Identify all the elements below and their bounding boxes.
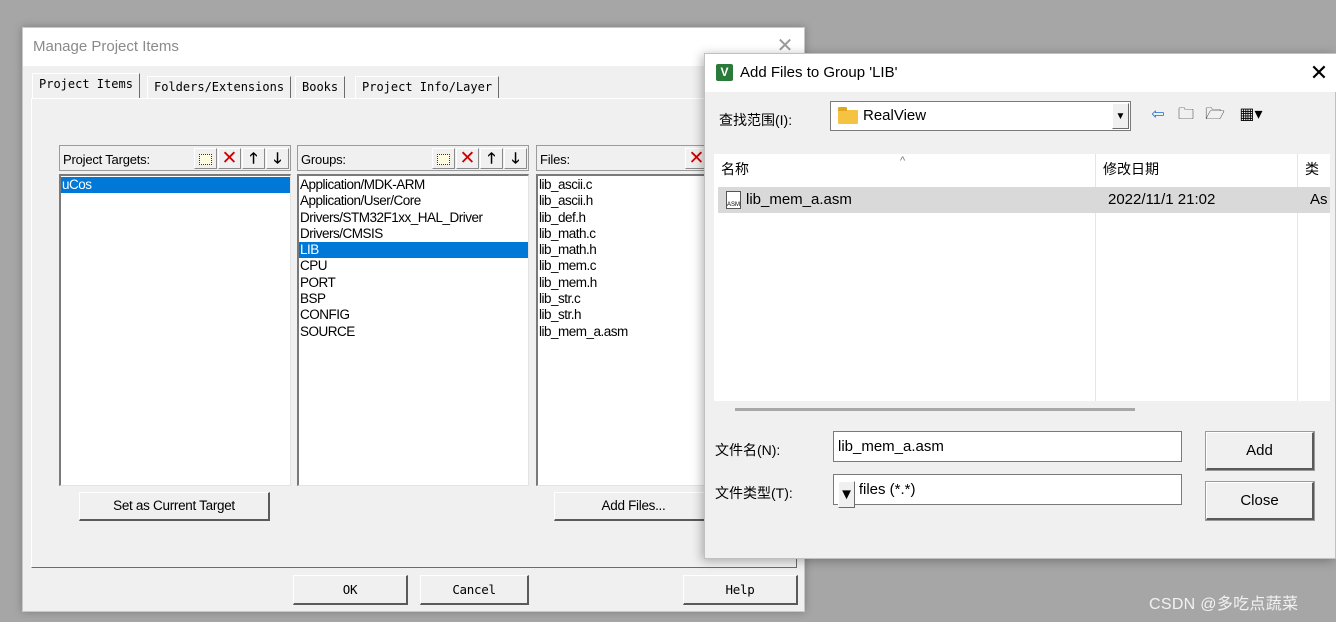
list-item[interactable]: Drivers/CMSIS [299,226,528,242]
list-item[interactable]: Application/User/Core [299,193,528,209]
files-label: Files: [540,152,570,167]
close-icon[interactable]: ✕ [1307,60,1331,86]
file-type: As [1310,191,1328,208]
files-header: Files: ✕ [536,145,716,171]
sort-ascending-icon: ^ [900,155,906,167]
dialog-title: Add Files to Group 'LIB' [740,64,898,81]
list-item[interactable]: PORT [299,275,528,291]
list-item[interactable]: uCos [61,177,290,194]
filename-value: lib_mem_a.asm [838,438,944,455]
project-targets-list[interactable]: uCos [59,174,291,486]
list-item[interactable]: Application/MDK-ARM [299,177,528,193]
groups-label: Groups: [301,152,346,167]
files-list[interactable]: lib_ascii.c lib_ascii.h lib_def.h lib_ma… [536,174,716,486]
list-item[interactable]: lib_def.h [538,210,715,226]
list-item[interactable]: lib_str.c [538,291,715,307]
filename-input[interactable]: lib_mem_a.asm [833,431,1182,462]
list-item[interactable]: Drivers/STM32F1xx_HAL_Driver [299,210,528,226]
list-item[interactable]: SOURCE [299,324,528,340]
view-menu-icon[interactable]: ▦▾ [1233,104,1269,126]
tab-project-info-layer[interactable]: Project Info/Layer [355,76,500,98]
new-group-icon[interactable] [432,148,455,169]
chevron-down-icon[interactable]: ▼ [838,481,855,508]
title-bar[interactable]: V Add Files to Group 'LIB' ✕ [705,54,1336,92]
list-item[interactable]: CONFIG [299,307,528,323]
move-down-icon[interactable]: 🡓 [504,148,527,169]
keil-app-icon: V [716,64,733,81]
list-item[interactable]: CPU [299,258,528,274]
tab-folders-extensions[interactable]: Folders/Extensions [147,76,292,98]
tab-books[interactable]: Books [295,76,346,98]
manage-project-items-window: Manage Project Items ✕ Project Items Fol… [22,27,805,612]
file-list[interactable]: 名称 ^ 修改日期 类 ASM lib_mem_a.asm 2022/11/1 … [714,154,1330,401]
list-item[interactable]: lib_ascii.c [538,177,715,193]
window-title: Manage Project Items [33,38,179,55]
help-button[interactable]: Help [683,575,798,605]
list-item[interactable]: lib_str.h [538,307,715,323]
horizontal-scrollbar[interactable] [735,408,1135,411]
file-row[interactable]: ASM lib_mem_a.asm 2022/11/1 21:02 As [718,187,1330,213]
list-item[interactable]: lib_ascii.h [538,193,715,209]
list-item[interactable]: LIB [299,242,528,259]
close-button[interactable]: Close [1205,481,1315,521]
move-up-icon[interactable]: 🡑 [480,148,503,169]
list-item[interactable]: lib_math.c [538,226,715,242]
column-header-date[interactable]: 修改日期 [1096,154,1296,185]
file-date: 2022/11/1 21:02 [1108,191,1216,208]
tab-project-items[interactable]: Project Items [32,73,140,99]
list-item[interactable]: lib_mem_a.asm [538,324,715,340]
look-in-label: 查找范围(I): [719,112,793,128]
asm-file-icon: ASM [726,191,741,209]
list-item[interactable]: lib_mem.h [538,275,715,291]
add-button[interactable]: Add [1205,431,1315,471]
delete-group-icon[interactable]: ✕ [456,148,479,169]
delete-target-icon[interactable]: ✕ [218,148,241,169]
cancel-button[interactable]: Cancel [420,575,529,605]
filetype-dropdown[interactable]: All files (*.*) ▼ [833,474,1182,508]
filename-label: 文件名(N): [715,442,781,458]
watermark: CSDN @多吃点蔬菜 [1149,596,1299,613]
column-header-type[interactable]: 类 [1298,154,1330,185]
move-down-icon[interactable]: 🡓 [266,148,289,169]
look-in-dropdown[interactable]: RealView ▼ [830,101,1131,131]
list-item[interactable]: lib_math.h [538,242,715,258]
groups-list[interactable]: Application/MDK-ARM Application/User/Cor… [297,174,529,486]
back-arrow-icon[interactable]: ⇦ [1146,104,1170,126]
project-targets-label: Project Targets: [63,152,150,167]
list-item[interactable]: BSP [299,291,528,307]
look-in-value: RealView [863,107,927,124]
add-files-button[interactable]: Add Files... [554,492,714,521]
list-item[interactable]: lib_mem.c [538,258,715,274]
add-files-dialog: V Add Files to Group 'LIB' ✕ 查找范围(I): Re… [704,53,1336,559]
move-up-icon[interactable]: 🡑 [242,148,265,169]
title-bar[interactable]: Manage Project Items ✕ [23,28,804,66]
project-targets-header: Project Targets: ✕ 🡑 🡓 [59,145,291,171]
filetype-label: 文件类型(T): [715,485,793,501]
ok-button[interactable]: OK [293,575,408,605]
file-name: lib_mem_a.asm [746,191,852,208]
new-target-icon[interactable] [194,148,217,169]
new-folder-icon[interactable]: 🗁 [1203,104,1227,126]
folder-icon [838,107,858,124]
groups-header: Groups: ✕ 🡑 🡓 [297,145,529,171]
set-current-target-button[interactable]: Set as Current Target [79,492,270,521]
chevron-down-icon[interactable]: ▼ [1112,103,1129,129]
up-folder-icon[interactable]: 🗀 [1174,104,1198,126]
